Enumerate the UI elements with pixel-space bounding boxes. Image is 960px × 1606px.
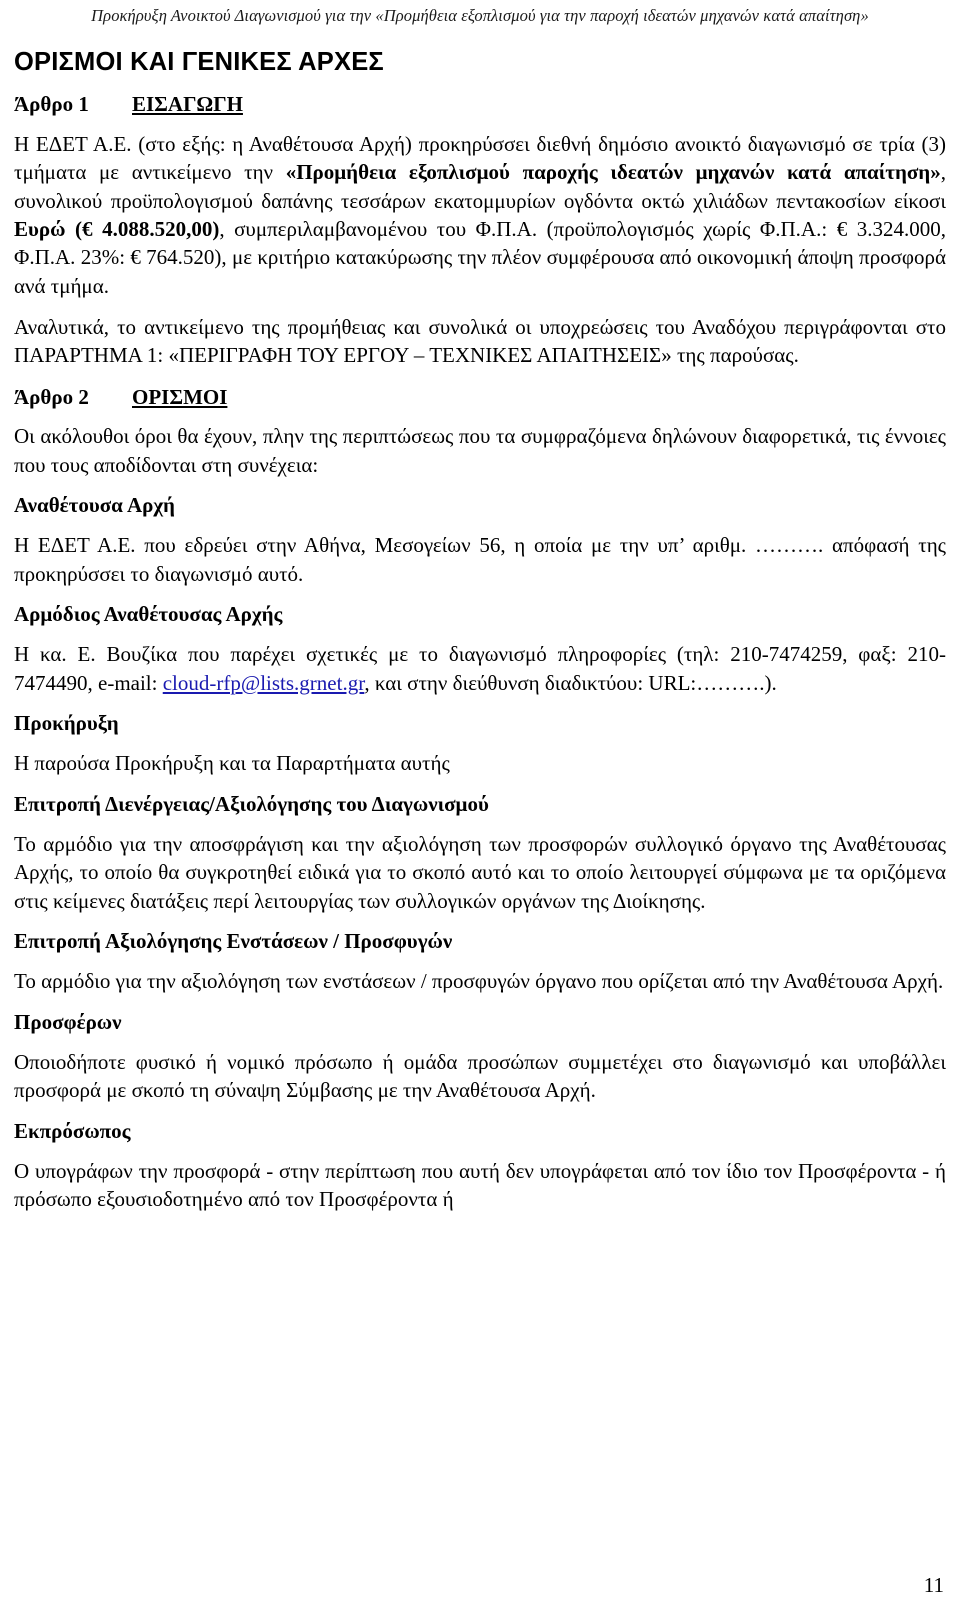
intro-p1-bold-subject: «Προμήθεια εξοπλισμού παροχής ιδεατών μη…: [285, 160, 941, 185]
intro-paragraph-2: Αναλυτικά, το αντικείμενο της προμήθειας…: [14, 314, 946, 368]
intro-paragraph-1: Η ΕΔΕΤ Α.Ε. (στο εξής: η Αναθέτουσα Αρχή…: [14, 130, 946, 300]
definition-term-armodios: Αρμόδιος Αναθέτουσας Αρχής: [14, 602, 283, 626]
article-heading-2: Άρθρο 2 ΟΡΙΣΜΟΙ: [14, 385, 946, 410]
page-content: ΟΡΙΣΜΟΙ ΚΑΙ ΓΕΝΙΚΕΣ ΑΡΧΕΣ Άρθρο 1 ΕΙΣΑΓΩΓ…: [14, 48, 946, 1227]
armodios-text-b: , και στην διεύθυνση διαδικτύου: URL:…………: [364, 670, 777, 695]
running-header: Προκήρυξη Ανοικτού Διαγωνισμού για την «…: [91, 6, 869, 25]
definition-body-epitropi-dienergeias: Το αρμόδιο για την αποσφράγιση και την α…: [14, 831, 946, 913]
definition-body-ekprosopos: Ο υπογράφων την προσφορά - στην περίπτωσ…: [14, 1158, 946, 1212]
definition-term-epitropi-dienergeias: Επιτροπή Διενέργειας/Αξιολόγησης του Δια…: [14, 791, 489, 816]
definition-term-prokiryxi: Προκήρυξη: [14, 710, 119, 735]
article-label-2: ΟΡΙΣΜΟΙ: [132, 384, 228, 409]
definition-body-prosferon: Οποιοδήποτε φυσικό ή νομικό πρόσωπο ή ομ…: [14, 1049, 946, 1103]
email-link[interactable]: cloud-rfp@lists.grnet.gr: [163, 671, 365, 695]
intro-p1-bold-amount: Ευρώ (€ 4.088.520,00): [14, 216, 220, 241]
page-title: ΟΡΙΣΜΟΙ ΚΑΙ ΓΕΝΙΚΕΣ ΑΡΧΕΣ: [14, 48, 384, 76]
definition-body-prokiryxi: Η παρούσα Προκήρυξη και τα Παραρτήματα α…: [14, 751, 450, 776]
definitions-intro-paragraph: Οι ακόλουθοι όροι θα έχουν, πλην της περ…: [14, 424, 946, 477]
definition-term-ekprosopos: Εκπρόσωπος: [14, 1118, 131, 1143]
definition-body-epitropi-enstaseon: Το αρμόδιο για την αξιολόγηση των ενστάσ…: [14, 969, 944, 994]
page-number: 11: [923, 1573, 944, 1597]
definition-term-prosferon: Προσφέρων: [14, 1009, 122, 1034]
definition-body-armodios: Η κα. Ε. Βουζίκα που παρέχει σχετικές με…: [14, 640, 946, 697]
definition-term-epitropi-enstaseon: Επιτροπή Αξιολόγησης Ενστάσεων / Προσφυγ…: [14, 928, 453, 953]
article-number-1: Άρθρο 1: [14, 92, 89, 117]
article-label-1: ΕΙΣΑΓΩΓΗ: [132, 92, 243, 117]
definition-term-anathetousa-arxi: Αναθέτουσα Αρχή: [14, 493, 175, 518]
document-page: Προκήρυξη Ανοικτού Διαγωνισμού για την «…: [0, 0, 960, 1606]
article-number-2: Άρθρο 2: [14, 384, 89, 409]
article-heading-1: Άρθρο 1 ΕΙΣΑΓΩΓΗ: [14, 92, 946, 117]
definition-body-anathetousa-arxi: Η ΕΔΕΤ Α.Ε. που εδρεύει στην Αθήνα, Μεσο…: [14, 533, 946, 586]
